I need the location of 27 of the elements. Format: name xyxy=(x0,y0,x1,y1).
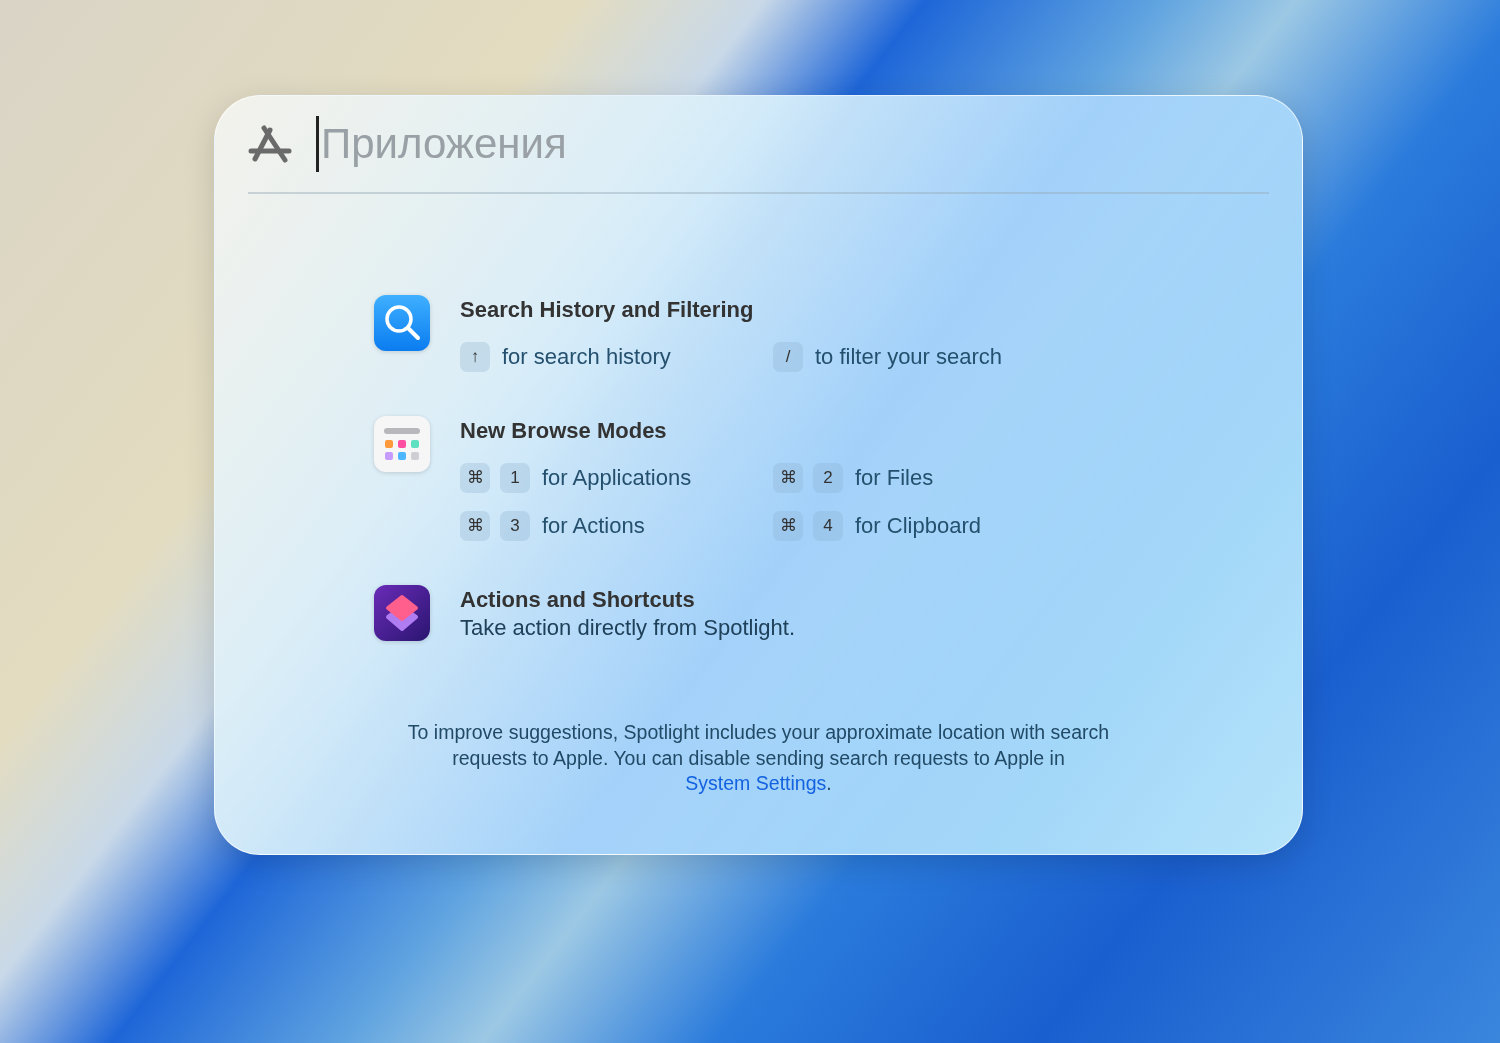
privacy-notice: To improve suggestions, Spotlight includes your approximate location with search requests to Apple. You can disable sending search requests to Apple in System Settings. xyxy=(406,720,1111,796)
app-store-icon xyxy=(248,124,292,164)
shortcut-label: for Files xyxy=(855,464,934,491)
shortcut-label: for Applications xyxy=(542,464,692,491)
key-cap: 2 xyxy=(813,462,843,493)
key-cap: ⌘ xyxy=(460,510,490,541)
layered-shapes-icon xyxy=(374,585,430,641)
shortcut-label: for Clipboard xyxy=(855,512,981,539)
key-cap: 4 xyxy=(813,510,843,541)
shortcut-label: for search history xyxy=(502,343,671,370)
shortcut-label: to filter your search xyxy=(815,343,1003,370)
app-grid-icon xyxy=(374,416,430,472)
key-cap: ↑ xyxy=(460,341,490,372)
key-cap: ⌘ xyxy=(773,510,803,541)
section-title: Actions and Shortcuts xyxy=(460,586,696,614)
key-cap: 3 xyxy=(500,510,530,541)
key-cap: 1 xyxy=(500,462,530,493)
settings-link[interactable]: System Settings xyxy=(685,772,827,794)
section-title: Search History and Filtering xyxy=(460,296,755,324)
key-cap: / xyxy=(773,341,803,372)
search-icon xyxy=(374,295,430,351)
search-field[interactable]: Приложения xyxy=(316,116,1269,172)
section-title: New Browse Modes xyxy=(460,417,668,445)
key-cap: ⌘ xyxy=(773,462,803,493)
shortcut-label: for Actions xyxy=(542,512,645,539)
section-description: Take action directly from Spotlight. xyxy=(460,614,796,642)
key-cap: ⌘ xyxy=(460,462,490,493)
